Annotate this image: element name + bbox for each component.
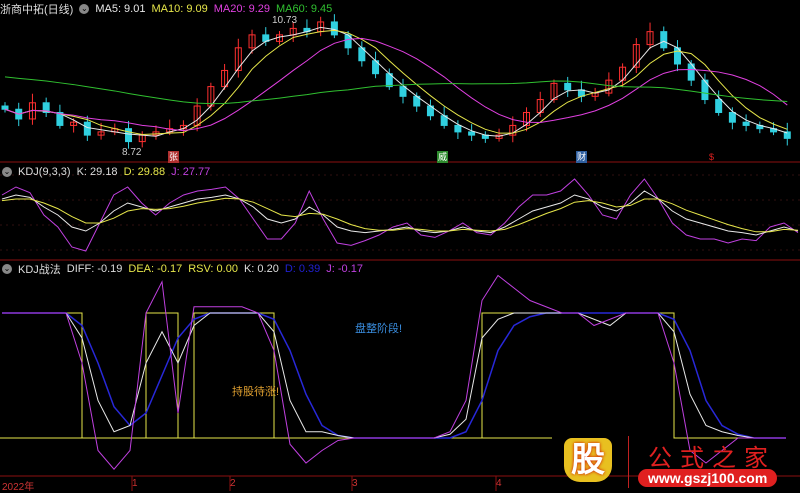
- signal-marker: 张: [168, 151, 180, 163]
- stock-title: 浙商中拓(日线): [0, 4, 74, 16]
- chevron-down-icon[interactable]: ⌄: [2, 167, 12, 177]
- dea-label: DEA: -0.17: [128, 263, 183, 275]
- j-label: J: -0.17: [326, 263, 363, 275]
- kdj-panel-header: ⌄ KDJ(9,3,3) K: 29.18 D: 29.88 J: 27.77: [2, 165, 210, 179]
- ma60-label: MA60: 9.45: [276, 3, 333, 15]
- kdj-war-title: KDJ战法: [18, 264, 61, 276]
- candle: [468, 131, 476, 136]
- ma10-label: MA10: 9.09: [151, 3, 208, 15]
- chevron-down-icon[interactable]: ⌄: [79, 4, 90, 14]
- watermark-name: 公式之家: [648, 444, 776, 472]
- candle: [330, 21, 338, 36]
- bull-icon: 股: [564, 438, 612, 482]
- signal-marker: $: [709, 152, 715, 162]
- candle: [728, 111, 736, 123]
- ma20-label: MA20: 9.29: [213, 3, 270, 15]
- kdj-k-label: K: 29.18: [76, 166, 118, 178]
- candle: [660, 31, 668, 49]
- time-axis-label: 2: [230, 478, 236, 489]
- ma60-line: [4, 76, 788, 105]
- candle: [564, 82, 572, 91]
- candle: [125, 128, 133, 143]
- candle: [454, 124, 462, 133]
- time-axis-label: 1: [132, 478, 138, 489]
- ma10-line: [4, 29, 788, 135]
- kdj-war-panel-header: ⌄ KDJ战法 DIFF: -0.19 DEA: -0.17 RSV: 0.00…: [2, 262, 363, 276]
- watermark-logo: 股 公式之家 www.gszj100.com: [556, 436, 796, 488]
- watermark-url: www.gszj100.com: [638, 469, 778, 487]
- signal-marker: 财: [576, 151, 588, 163]
- d-label: D: 0.39: [284, 263, 321, 275]
- ma5-line: [4, 26, 788, 137]
- ma20-line: [4, 37, 788, 132]
- low-price-label: 8.72: [122, 147, 142, 158]
- time-axis-label: 4: [496, 478, 502, 489]
- hold-note: 持股待涨!: [232, 386, 280, 398]
- kdj-title: KDJ(9,3,3): [18, 166, 71, 178]
- price-panel-header: 浙商中拓(日线) ⌄ MA5: 9.01 MA10: 9.09 MA20: 9.…: [0, 2, 332, 16]
- kdj-d-label: D: 29.88: [123, 166, 166, 178]
- chart-canvas: [0, 14, 800, 491]
- ma5-label: MA5: 9.01: [95, 3, 146, 15]
- chevron-down-icon[interactable]: ⌄: [2, 264, 12, 274]
- high-price-label: 10.73: [272, 15, 298, 26]
- signal-marker: 威: [437, 151, 449, 163]
- candle: [1, 105, 9, 110]
- candle: [83, 121, 91, 136]
- diff-label: DIFF: -0.19: [66, 263, 123, 275]
- time-axis-label: 3: [352, 478, 358, 489]
- candle: [742, 121, 750, 126]
- consolidation-note: 盘整阶段!: [355, 323, 403, 335]
- rsv-label: RSV: 0.00: [188, 263, 238, 275]
- candle: [715, 99, 723, 113]
- candle: [399, 86, 407, 97]
- k-label: K: 0.20: [243, 263, 279, 275]
- kdj-j-label: J: 27.77: [171, 166, 211, 178]
